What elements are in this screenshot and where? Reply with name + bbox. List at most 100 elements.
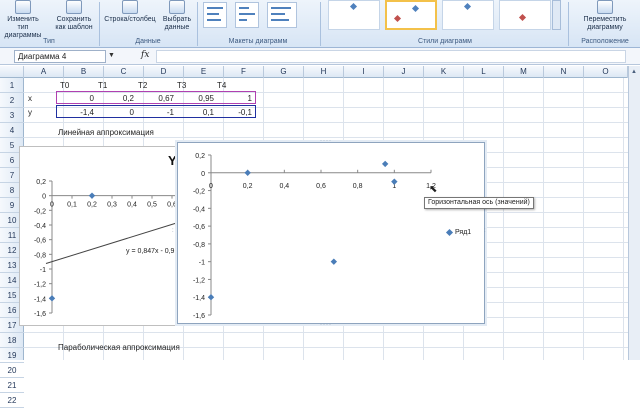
column-header-e[interactable]: E (184, 66, 224, 78)
y-tick-label: -1,2 (193, 277, 205, 284)
column-header-f[interactable]: F (224, 66, 264, 78)
row-header-20[interactable]: 20 (0, 363, 24, 378)
row-label-x[interactable]: x (28, 92, 32, 105)
chart-resize-handle[interactable]: : (172, 228, 175, 234)
selected-scatter-chart[interactable]: 0,2 0 -0,2 -0,4 -0,6 -0,8 -1 -1,2 -1,4 -1,6 0 0,2 0,… (177, 142, 485, 324)
group-label-location: Расположение (581, 38, 629, 45)
column-header-b[interactable]: B (64, 66, 104, 78)
chart-resize-handle[interactable]: ···· (320, 322, 332, 328)
x-tick-label: 0,6 (167, 202, 177, 209)
chart-style-1[interactable] (328, 0, 380, 30)
chart-type-icon (15, 0, 31, 14)
chart-resize-handle[interactable]: : (484, 228, 487, 234)
move-chart-button[interactable]: Переместить диаграмму (574, 0, 636, 32)
row-label-y[interactable]: y (28, 106, 32, 119)
y-tick-label: -1,4 (34, 296, 46, 303)
vertical-scrollbar[interactable] (628, 66, 640, 360)
row-header-18[interactable]: 18 (0, 333, 24, 348)
chart-legend[interactable]: Ряд1 (445, 228, 472, 236)
row-header-22[interactable]: 22 (0, 393, 24, 408)
column-header-m[interactable]: M (504, 66, 544, 78)
chart-layout-2[interactable] (235, 2, 259, 28)
column-header-c[interactable]: C (104, 66, 144, 78)
legend-series-label: Ряд1 (455, 229, 472, 236)
style-marker (411, 4, 420, 13)
parabolic-approx-title[interactable]: Параболическая аппроксимация (58, 341, 180, 354)
formula-input[interactable] (156, 50, 626, 63)
chart-style-3[interactable] (442, 0, 494, 30)
ribbon-separator (320, 2, 321, 46)
diamond-marker-icon (445, 228, 454, 236)
y-tick-label: -1,6 (193, 313, 205, 320)
y-tick-label: -1,2 (34, 282, 46, 289)
row-header-21[interactable]: 21 (0, 378, 24, 393)
data-point (381, 160, 389, 168)
ribbon: Изменить тип диаграммы Сохранить как шаб… (0, 0, 640, 48)
y-tick-label: -0,2 (193, 189, 205, 196)
name-box[interactable]: Диаграмма 4 (14, 50, 106, 63)
x-tick-label: 0 (50, 202, 54, 209)
data-point (244, 169, 251, 176)
save-as-template-button[interactable]: Сохранить как шаблон (52, 0, 96, 32)
y-tick-label: -0,6 (193, 224, 205, 231)
change-chart-type-button[interactable]: Изменить тип диаграммы (4, 0, 42, 40)
y-tick-label: -0,6 (34, 238, 46, 245)
row-header-1[interactable]: 1 (0, 78, 24, 93)
column-header-a[interactable]: A (24, 66, 64, 78)
chart-layout-3[interactable] (267, 2, 297, 28)
y-tick-label: -0,8 (193, 242, 205, 249)
column-header-g[interactable]: G (264, 66, 304, 78)
group-label-data: Данные (135, 38, 161, 45)
column-header-o[interactable]: O (584, 66, 628, 78)
group-label-type: Тип (43, 38, 55, 45)
column-header-d[interactable]: D (144, 66, 184, 78)
linear-approx-title[interactable]: Линейная аппроксимация (58, 126, 154, 139)
function-icon[interactable]: fx (141, 50, 149, 60)
data-point (48, 295, 56, 302)
y-tick-label: -0,4 (34, 223, 46, 230)
row-header-4[interactable]: 4 (0, 123, 24, 138)
column-header-h[interactable]: H (304, 66, 344, 78)
data-point (330, 258, 338, 265)
gallery-more-button[interactable] (552, 0, 561, 30)
linear-chart[interactable]: 0,2 0 -0,2 -0,4 -0,6 -0,8 -1 -1,2 -1,4 -1,6 0 0,1 0,… (19, 146, 205, 326)
column-header-j[interactable]: J (384, 66, 424, 78)
save-as-template-label-2: как шаблон (55, 24, 93, 31)
x-tick-label: 0,3 (107, 202, 117, 209)
style-marker (518, 13, 527, 22)
column-header-k[interactable]: K (424, 66, 464, 78)
y-tick-label: -0,4 (193, 206, 205, 213)
x-tick-label: 0,4 (279, 183, 289, 190)
scatter-chart-plot: 0,2 0 -0,2 -0,4 -0,6 -0,8 -1 -1,2 -1,4 -1,6 0 0,2 0,… (193, 153, 436, 320)
select-data-label-2: данные (164, 24, 190, 31)
row-header-19[interactable]: 19 (0, 348, 24, 363)
column-header-n[interactable]: N (544, 66, 584, 78)
style-marker (463, 2, 472, 11)
x-tick-label: 0,5 (147, 202, 157, 209)
row-header-2[interactable]: 2 (0, 93, 24, 108)
mouse-pointer-icon: ⬉ (429, 184, 438, 195)
select-data-icon (169, 0, 185, 14)
column-headers: ABCDEFGHIJKLMNO (0, 66, 640, 78)
y-tick-label: -1 (199, 260, 205, 267)
x-tick-label: 0 (209, 183, 213, 190)
x-range-highlight (56, 91, 256, 104)
switch-row-column-button[interactable]: Строка/столбец (102, 0, 158, 24)
column-header-l[interactable]: L (464, 66, 504, 78)
row-header-3[interactable]: 3 (0, 108, 24, 123)
scroll-up-icon[interactable]: ▲ (630, 68, 638, 76)
y-range-highlight (56, 105, 256, 118)
chart-layout-1[interactable] (203, 2, 227, 28)
column-header-i[interactable]: I (344, 66, 384, 78)
y-tick-label: 0,2 (195, 153, 205, 160)
chevron-down-icon[interactable]: ▼ (108, 52, 115, 59)
chart-resize-handle[interactable]: ···· (320, 138, 332, 144)
group-label-styles: Стили диаграмм (418, 38, 472, 45)
chart-style-2[interactable] (385, 0, 437, 30)
move-chart-label-1: Переместить (583, 16, 627, 23)
chart-title-fragment: Y (168, 153, 177, 168)
select-data-button[interactable]: Выбрать данные (160, 0, 194, 32)
linear-trendline (45, 213, 205, 265)
select-all-corner[interactable] (0, 66, 24, 78)
chart-style-4[interactable] (499, 0, 551, 30)
